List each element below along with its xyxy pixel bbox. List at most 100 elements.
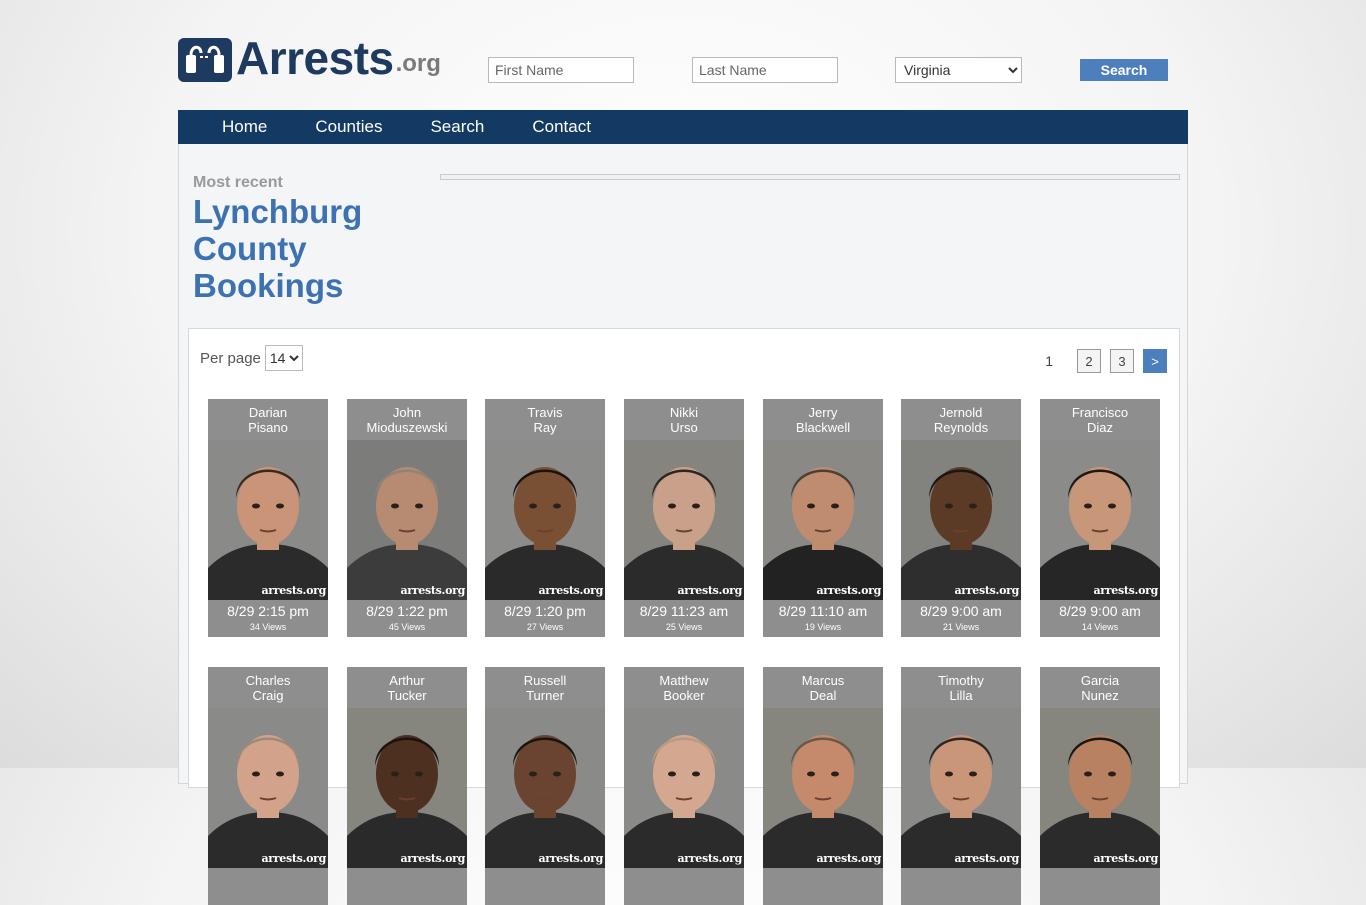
last-name-input[interactable] bbox=[692, 57, 838, 83]
booking-last-name: Pisano bbox=[248, 420, 288, 435]
booking-views: 45 Views bbox=[388, 622, 426, 632]
booking-last-name: Craig bbox=[252, 688, 284, 703]
booking-last-name: Reynolds bbox=[933, 420, 989, 435]
watermark: arrests.org bbox=[816, 584, 881, 597]
booking-card[interactable]: Travis Ray arrests.org 8/29 1:20 pm 27 Views bbox=[485, 399, 605, 637]
booking-first-name: Garcia bbox=[1080, 673, 1120, 688]
watermark: arrests.org bbox=[261, 584, 326, 597]
site-logo[interactable]: Arrests .org bbox=[178, 34, 441, 82]
booking-first-name: Nikki bbox=[669, 405, 699, 420]
mugshot-photo[interactable]: arrests.org bbox=[347, 708, 467, 868]
booking-card[interactable]: Nikki Urso arrests.org 8/29 11:23 am 25 View… bbox=[624, 399, 744, 637]
booking-name[interactable]: Matthew Booker bbox=[624, 667, 744, 708]
booking-last-name: Lilla bbox=[949, 688, 973, 703]
per-page-label: Per page bbox=[200, 349, 261, 367]
booking-views: 34 Views bbox=[249, 622, 287, 632]
booking-name[interactable]: Darian Pisano bbox=[208, 399, 328, 440]
booking-card[interactable]: Charles Craig arrests.org bbox=[208, 667, 328, 905]
booking-name[interactable]: Nikki Urso bbox=[624, 399, 744, 440]
booking-card[interactable]: Marcus Deal arrests.org bbox=[763, 667, 883, 905]
next-page-button[interactable]: > bbox=[1143, 349, 1167, 373]
mugshot-photo[interactable]: arrests.org bbox=[763, 440, 883, 600]
nav-search[interactable]: Search bbox=[430, 117, 484, 137]
mugshot-photo[interactable]: arrests.org bbox=[763, 708, 883, 868]
booking-first-name: Jernold bbox=[939, 405, 983, 420]
booking-time: 8/29 1:22 pm bbox=[366, 603, 448, 619]
booking-card[interactable]: Garcia Nunez arrests.org bbox=[1040, 667, 1160, 905]
booking-card[interactable]: Arthur Tucker arrests.org bbox=[347, 667, 467, 905]
nav-contact[interactable]: Contact bbox=[532, 117, 591, 137]
booking-name[interactable]: Timothy Lilla bbox=[901, 667, 1021, 708]
mugshot-photo[interactable]: arrests.org bbox=[347, 440, 467, 600]
ad-placeholder bbox=[440, 174, 1180, 180]
booking-last-name: Nunez bbox=[1081, 688, 1119, 703]
mugshot-photo[interactable]: arrests.org bbox=[1040, 708, 1160, 868]
booking-card[interactable]: Russell Turner arrests.org bbox=[485, 667, 605, 905]
pagination: 1 2 3 > bbox=[1045, 349, 1167, 373]
booking-last-name: Ray bbox=[533, 420, 557, 435]
booking-time: 8/29 1:20 pm bbox=[504, 603, 586, 619]
booking-name[interactable]: Garcia Nunez bbox=[1040, 667, 1160, 708]
per-page-select[interactable]: 14 bbox=[264, 345, 303, 371]
booking-card[interactable]: Timothy Lilla arrests.org bbox=[901, 667, 1021, 905]
booking-views: 27 Views bbox=[526, 622, 564, 632]
booking-card[interactable]: Jerry Blackwell arrests.org 8/29 11:10 am 19… bbox=[763, 399, 883, 637]
booking-last-name: Mioduszewski bbox=[366, 420, 448, 435]
page-current: 1 bbox=[1045, 353, 1053, 369]
booking-first-name: Jerry bbox=[808, 405, 838, 420]
booking-name[interactable]: Marcus Deal bbox=[763, 667, 883, 708]
page-2-link[interactable]: 2 bbox=[1077, 349, 1101, 373]
main-content: Most recent Lynchburg County Bookings Pe… bbox=[178, 144, 1188, 905]
mugshot-photo[interactable]: arrests.org bbox=[208, 440, 328, 600]
watermark: arrests.org bbox=[261, 852, 326, 865]
booking-views: 19 Views bbox=[804, 622, 842, 632]
booking-first-name: John bbox=[392, 405, 422, 420]
watermark: arrests.org bbox=[1093, 852, 1158, 865]
watermark: arrests.org bbox=[677, 584, 742, 597]
booking-first-name: Travis bbox=[527, 405, 563, 420]
booking-first-name: Darian bbox=[248, 405, 288, 420]
nav-home[interactable]: Home bbox=[222, 117, 267, 137]
search-button[interactable]: Search bbox=[1080, 59, 1168, 81]
booking-views: 14 Views bbox=[1081, 622, 1119, 632]
mugshot-photo[interactable]: arrests.org bbox=[901, 708, 1021, 868]
booking-first-name: Russell bbox=[523, 673, 567, 688]
booking-time: 8/29 11:23 am bbox=[639, 603, 729, 619]
page-3-link[interactable]: 3 bbox=[1110, 349, 1134, 373]
booking-name[interactable]: Jernold Reynolds bbox=[901, 399, 1021, 440]
first-name-input[interactable] bbox=[488, 57, 634, 83]
booking-name[interactable]: Jerry Blackwell bbox=[763, 399, 883, 440]
watermark: arrests.org bbox=[400, 852, 465, 865]
mugshot-photo[interactable]: arrests.org bbox=[624, 708, 744, 868]
per-page-control: Per page 14 bbox=[200, 345, 303, 371]
booking-name[interactable]: Francisco Diaz bbox=[1040, 399, 1160, 440]
booking-card[interactable]: Francisco Diaz arrests.org 8/29 9:00 am 14 V… bbox=[1040, 399, 1160, 637]
booking-first-name: Francisco bbox=[1071, 405, 1129, 420]
booking-name[interactable]: Arthur Tucker bbox=[347, 667, 467, 708]
booking-name[interactable]: Travis Ray bbox=[485, 399, 605, 440]
watermark: arrests.org bbox=[538, 852, 603, 865]
booking-last-name: Blackwell bbox=[795, 420, 851, 435]
booking-first-name: Charles bbox=[245, 673, 291, 688]
booking-name[interactable]: Charles Craig bbox=[208, 667, 328, 708]
booking-card[interactable]: Jernold Reynolds arrests.org 8/29 9:00 am 21… bbox=[901, 399, 1021, 637]
booking-card[interactable]: Matthew Booker arrests.org bbox=[624, 667, 744, 905]
booking-name[interactable]: John Mioduszewski bbox=[347, 399, 467, 440]
booking-views: 21 Views bbox=[942, 622, 980, 632]
booking-card[interactable]: Darian Pisano arrests.org 8/29 2:15 pm 34 Vi… bbox=[208, 399, 328, 637]
site-header: Arrests .org Virginia Search bbox=[178, 34, 1188, 94]
mugshot-photo[interactable]: arrests.org bbox=[208, 708, 328, 868]
state-select[interactable]: Virginia bbox=[895, 57, 1022, 83]
watermark: arrests.org bbox=[954, 584, 1019, 597]
mugshot-photo[interactable]: arrests.org bbox=[624, 440, 744, 600]
mugshot-photo[interactable]: arrests.org bbox=[901, 440, 1021, 600]
mugshot-photo[interactable]: arrests.org bbox=[1040, 440, 1160, 600]
booking-card[interactable]: John Mioduszewski arrests.org 8/29 1:22 pm 4… bbox=[347, 399, 467, 637]
booking-name[interactable]: Russell Turner bbox=[485, 667, 605, 708]
booking-last-name: Tucker bbox=[387, 688, 427, 703]
nav-counties[interactable]: Counties bbox=[315, 117, 382, 137]
watermark: arrests.org bbox=[1093, 584, 1158, 597]
mugshot-photo[interactable]: arrests.org bbox=[485, 708, 605, 868]
main-nav: Home Counties Search Contact bbox=[178, 110, 1188, 144]
mugshot-photo[interactable]: arrests.org bbox=[485, 440, 605, 600]
